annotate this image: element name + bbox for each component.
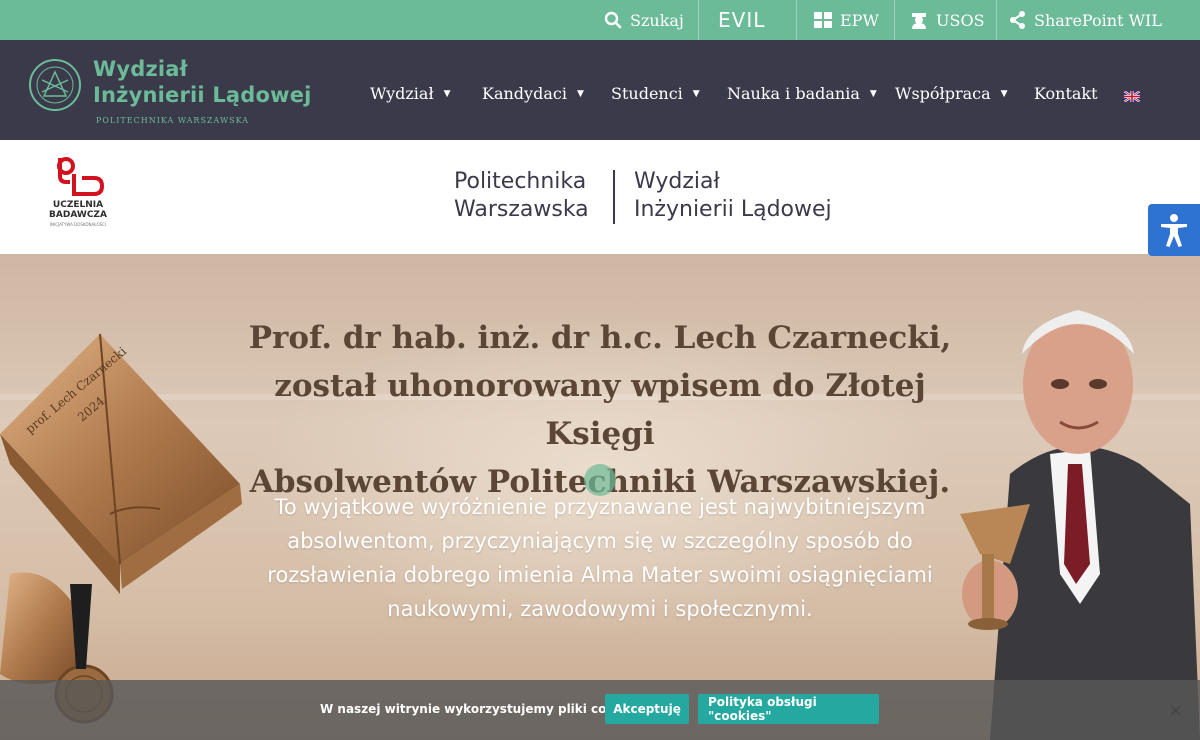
evil-label: EVIL — [718, 8, 766, 32]
epw-link[interactable]: EPW — [814, 0, 879, 40]
pw-line2: Warszawska — [454, 197, 589, 222]
ub-line1: UCZELNIA — [52, 200, 104, 210]
hero-body-line4: naukowymi, zawodowymi i społecznymi. — [387, 597, 813, 621]
close-icon[interactable]: × — [1168, 700, 1183, 721]
topbar-divider — [996, 0, 997, 40]
cookie-message: W naszej witrynie wykorzystujemy pliki c… — [320, 702, 647, 716]
pw-line1: Politechnika — [454, 169, 587, 194]
wil-line2: Inżynierii Lądowej — [634, 197, 832, 222]
accessibility-icon — [1161, 214, 1187, 247]
logo-subtitle: POLITECHNIKA WARSZAWSKA — [96, 116, 250, 125]
search-icon — [604, 11, 622, 29]
nav-item-nauka-i-badania[interactable]: Nauka i badania ▼ — [727, 84, 877, 103]
evil-link[interactable]: EVIL — [718, 0, 765, 40]
uk-flag-icon[interactable] — [1124, 91, 1140, 102]
grid-icon — [814, 12, 832, 28]
sharepoint-label: SharePoint WIL — [1034, 10, 1162, 30]
nav-label: Kontakt — [1034, 84, 1098, 103]
topbar-divider — [796, 0, 797, 40]
caret-down-icon: ▼ — [869, 88, 877, 99]
hero-body-line2: absolwentom, przyczyniającym się w szcze… — [287, 529, 913, 553]
search-link[interactable]: Szukaj — [604, 0, 684, 40]
hero-title-line1: Prof. dr hab. inż. dr h.c. Lech Czarneck… — [248, 320, 952, 356]
nav-label: Studenci — [611, 84, 683, 103]
nav-label: Współpraca — [895, 84, 991, 103]
nav-item-kontakt[interactable]: Kontakt — [1034, 84, 1098, 103]
ub-small-text: INICJATYWA DOSKONAŁOŚCI — [49, 222, 107, 227]
wil-line1: Wydział — [634, 169, 720, 194]
accessibility-button[interactable] — [1148, 204, 1200, 256]
usos-label: USOS — [936, 10, 985, 30]
search-label: Szukaj — [630, 10, 684, 30]
nav-item-kandydaci[interactable]: Kandydaci ▼ — [482, 84, 584, 103]
nav-label: Wydział — [370, 84, 434, 103]
hero-body-line1: To wyjątkowe wyróżnienie przyznawane jes… — [274, 495, 926, 519]
brand-divider — [613, 170, 615, 224]
faculty-logo-title[interactable]: Wydział Inżynierii Lądowej — [93, 56, 312, 108]
cookie-policy-button[interactable]: Polityka obsługi "cookies" — [698, 694, 879, 724]
faculty-wordmark[interactable]: Wydział Inżynierii Lądowej — [634, 168, 832, 224]
caret-down-icon: ▼ — [692, 88, 700, 99]
politechnika-warszawska-wordmark[interactable]: Politechnika Warszawska — [454, 168, 589, 224]
usos-link[interactable]: USOS — [910, 0, 985, 40]
logo-title-line1: Wydział — [93, 57, 188, 81]
uczelnia-badawcza-text: UCZELNIA BADAWCZA — [48, 200, 108, 220]
ub-line2: BADAWCZA — [49, 210, 107, 220]
hero-banner[interactable]: prof. Lech Czarnecki 2024 Prof. dr hab. … — [0, 254, 1200, 740]
sharepoint-link[interactable]: SharePoint WIL — [1010, 0, 1162, 40]
cookie-accept-button[interactable]: Akceptuję — [605, 694, 689, 724]
topbar-divider — [894, 0, 895, 40]
logo-title-line2: Inżynierii Lądowej — [93, 83, 312, 107]
main-header: Wydział Inżynierii Lądowej POLITECHNIKA … — [0, 40, 1200, 140]
nav-item-wydzial[interactable]: Wydział ▼ — [370, 84, 451, 103]
caret-down-icon: ▼ — [443, 88, 451, 99]
epw-label: EPW — [840, 10, 879, 30]
share-icon — [1010, 11, 1025, 29]
faculty-emblem-icon[interactable] — [28, 58, 82, 112]
hero-body-line3: rozsławienia dobrego imienia Alma Mater … — [267, 563, 933, 587]
cookie-banner: W naszej witrynie wykorzystujemy pliki c… — [0, 680, 1200, 740]
nav-item-wspolpraca[interactable]: Współpraca ▼ — [895, 84, 1008, 103]
utility-bar: Szukaj EVIL EPW USOS SharePoint WIL — [0, 0, 1200, 40]
caret-down-icon: ▼ — [1000, 88, 1008, 99]
caret-down-icon: ▼ — [576, 88, 584, 99]
student-icon — [912, 13, 926, 29]
topbar-divider — [698, 0, 699, 40]
nav-label: Nauka i badania — [727, 84, 860, 103]
hero-description: To wyjątkowe wyróżnienie przyznawane jes… — [260, 490, 940, 626]
nav-item-studenci[interactable]: Studenci ▼ — [611, 84, 700, 103]
hero-title-line2: został uhonorowany wpisem do Złotej Księ… — [274, 368, 926, 452]
branding-bar: UCZELNIA BADAWCZA INICJATYWA DOSKONAŁOŚC… — [0, 140, 1200, 254]
golden-book-statuette-image: prof. Lech Czarnecki 2024 — [0, 333, 242, 724]
nav-label: Kandydaci — [482, 84, 567, 103]
